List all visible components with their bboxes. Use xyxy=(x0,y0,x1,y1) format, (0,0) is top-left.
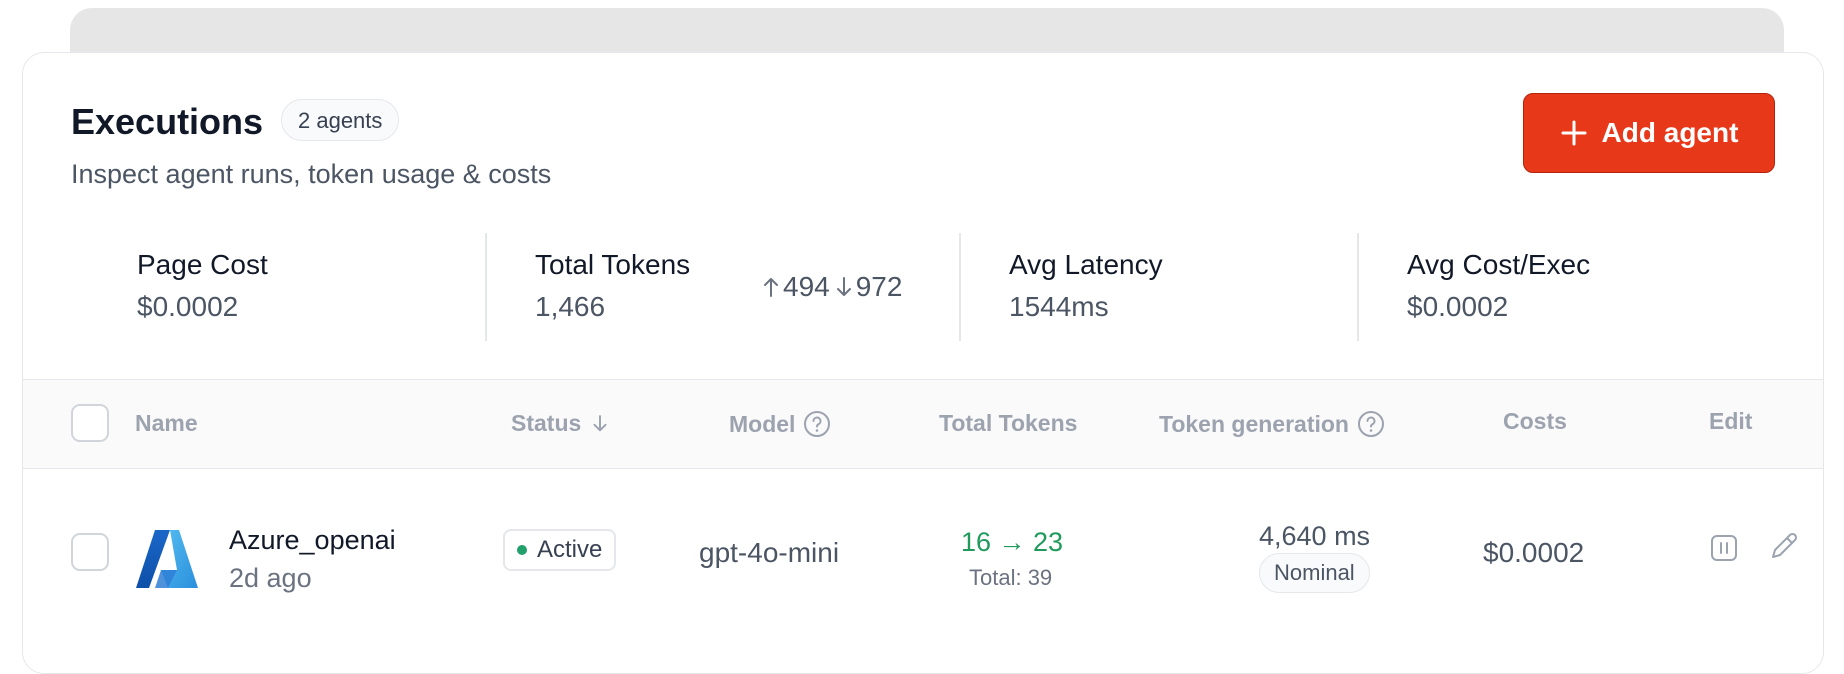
edit-pencil-icon[interactable] xyxy=(1767,529,1801,563)
stat-divider xyxy=(959,233,961,341)
arrow-up-icon xyxy=(764,278,778,297)
column-header-token-generation[interactable]: Token generation xyxy=(1159,410,1385,438)
help-circle-icon[interactable] xyxy=(1357,410,1385,438)
column-header-status-label: Status xyxy=(511,410,582,436)
output-tokens-value: 972 xyxy=(855,271,903,302)
column-header-name-label: Name xyxy=(135,410,198,436)
column-header-edit-label: Edit xyxy=(1709,408,1753,434)
stat-avg-latency-value: 1544ms xyxy=(1009,291,1109,322)
agents-count-badge: 2 agents xyxy=(281,99,400,141)
tokens-in-out: 16 → 23 xyxy=(961,527,1064,557)
stat-avg-latency: Avg Latency 1544ms xyxy=(1009,249,1163,323)
stat-page-cost-label: Page Cost xyxy=(137,249,268,280)
bottom-fade xyxy=(23,633,1823,673)
select-all-checkbox[interactable] xyxy=(71,404,109,442)
token-generation-badge: Nominal xyxy=(1259,553,1370,593)
arrow-down-icon xyxy=(836,277,851,296)
stat-total-tokens: Total Tokens 1,466 xyxy=(535,249,690,323)
tokens-io-breakdown: 494 972 xyxy=(761,271,902,303)
executions-card: Executions 2 agents Inspect agent runs, … xyxy=(22,52,1824,674)
page-subtitle: Inspect agent runs, token usage & costs xyxy=(71,159,552,189)
status-badge: Active xyxy=(503,529,617,571)
stat-page-cost-value: $0.0002 xyxy=(137,291,239,322)
agent-last-run: 2d ago xyxy=(229,563,312,593)
azure-logo-icon xyxy=(136,530,198,588)
help-circle-icon[interactable] xyxy=(803,410,831,438)
stat-avg-cost: Avg Cost/Exec $0.0002 xyxy=(1407,249,1590,323)
column-header-model-label: Model xyxy=(729,410,796,437)
column-header-total-tokens[interactable]: Total Tokens xyxy=(939,410,1077,437)
add-agent-label: Add agent xyxy=(1601,117,1739,148)
status-dot-icon xyxy=(517,545,527,555)
stat-page-cost: Page Cost $0.0002 xyxy=(137,249,268,323)
input-tokens-value: 494 xyxy=(783,271,830,302)
add-agent-button[interactable]: Add agent xyxy=(1523,93,1775,173)
column-header-costs-label: Costs xyxy=(1503,408,1567,434)
stat-divider xyxy=(485,233,487,341)
plus-icon xyxy=(1561,120,1587,146)
token-generation-time: 4,640 ms xyxy=(1259,521,1371,551)
stat-total-tokens-value: 1,466 xyxy=(535,291,606,322)
column-header-status[interactable]: Status xyxy=(511,410,611,437)
cost-value: $0.0002 xyxy=(1483,537,1585,568)
table-row[interactable]: Azure_openai 2d ago Active gpt-4o-mini 1… xyxy=(23,467,1823,607)
column-header-model[interactable]: Model xyxy=(729,410,831,438)
table-header: Name Status Model Total Tokens Token gen… xyxy=(23,379,1823,469)
page-title: Executions xyxy=(71,101,264,142)
status-label: Active xyxy=(537,536,603,563)
pause-icon[interactable] xyxy=(1707,531,1741,565)
model-name: gpt-4o-mini xyxy=(699,537,840,568)
tokens-total: Total: 39 xyxy=(969,565,1053,590)
stat-divider xyxy=(1357,233,1359,341)
agent-name[interactable]: Azure_openai xyxy=(229,525,396,556)
stat-avg-cost-label: Avg Cost/Exec xyxy=(1407,249,1591,280)
stat-avg-latency-label: Avg Latency xyxy=(1009,249,1163,280)
column-header-costs[interactable]: Costs xyxy=(1503,408,1567,435)
column-header-token-generation-label: Token generation xyxy=(1159,410,1349,437)
column-header-name[interactable]: Name xyxy=(135,410,198,437)
stat-total-tokens-label: Total Tokens xyxy=(535,249,691,280)
sort-descending-icon xyxy=(593,414,607,431)
row-checkbox[interactable] xyxy=(71,533,109,571)
stat-avg-cost-value: $0.0002 xyxy=(1407,291,1509,322)
column-header-total-tokens-label: Total Tokens xyxy=(939,410,1078,436)
column-header-edit: Edit xyxy=(1709,408,1752,435)
